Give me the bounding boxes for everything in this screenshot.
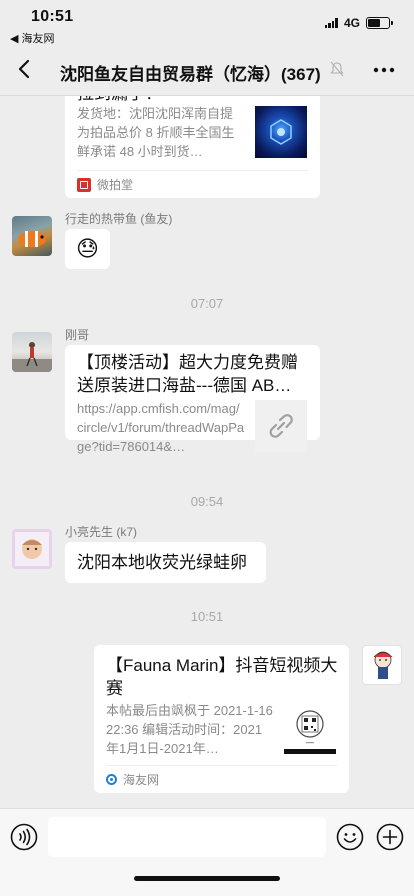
chat-title: 沈阳鱼友自由贸易群（忆海）(367) bbox=[60, 65, 321, 84]
link-thumbnail bbox=[255, 400, 307, 452]
baby-photo-icon bbox=[15, 532, 49, 566]
card-description: 发货地：沈阳沈阳浑南自提为拍品总价 8 折顺丰全国生鲜承诺 48 小时到货… bbox=[77, 106, 235, 159]
signal-icon bbox=[324, 18, 338, 28]
card-title: 【Fauna Marin】抖音短视频大赛 bbox=[106, 656, 338, 698]
mute-bell-icon bbox=[330, 61, 344, 77]
card-source-name: 微拍堂 bbox=[97, 178, 134, 192]
status-bar: 10:51 ◀ 海友网 4G bbox=[0, 0, 414, 45]
more-options-icon[interactable] bbox=[372, 58, 396, 82]
qr-logo-icon bbox=[284, 710, 336, 754]
link-card-cmfish[interactable]: 【顶楼活动】超大力度免费赠送原装进口海盐---德国 AB… https://ap… bbox=[65, 345, 320, 454]
cartoon-avatar-icon bbox=[373, 651, 393, 679]
network-label: 4G bbox=[343, 16, 360, 30]
battery-icon bbox=[366, 17, 393, 29]
weipaitang-logo-icon bbox=[77, 177, 91, 192]
input-bar bbox=[0, 808, 414, 896]
back-arrow-icon[interactable] bbox=[10, 54, 40, 84]
clownfish-icon bbox=[18, 231, 46, 247]
timestamp: 10:51 bbox=[190, 609, 224, 624]
emoji-bubble[interactable]: 😓 bbox=[65, 229, 110, 269]
text-bubble[interactable]: 沈阳本地收荧光绿蛙卵 bbox=[65, 542, 266, 583]
chat-header: 沈阳鱼友自由贸易群（忆海）(367) bbox=[0, 44, 414, 96]
avatar[interactable] bbox=[12, 529, 52, 569]
voice-input-icon[interactable] bbox=[10, 823, 38, 851]
avatar[interactable] bbox=[12, 216, 52, 256]
card-thumbnail bbox=[255, 106, 307, 158]
status-indicators: 4G bbox=[324, 16, 393, 30]
card-source: 微拍堂 bbox=[77, 170, 308, 198]
status-time: 10:51 bbox=[31, 8, 74, 25]
link-icon bbox=[269, 414, 293, 438]
home-indicator[interactable] bbox=[134, 876, 280, 881]
plus-icon[interactable] bbox=[376, 823, 404, 851]
message-text: 沈阳本地收荧光绿蛙卵 bbox=[77, 553, 247, 572]
card-thumbnail bbox=[284, 702, 336, 754]
link-card-haiyouwang[interactable]: 【Fauna Marin】抖音短视频大赛 本帖最后由飒枫于 2021-1-162… bbox=[94, 645, 349, 793]
card-source: 海友网 bbox=[106, 765, 337, 793]
timestamp: 07:07 bbox=[190, 296, 224, 311]
avatar[interactable] bbox=[12, 332, 52, 372]
sender-name: 行走的热带鱼 (鱼友) bbox=[65, 212, 173, 226]
haiyouwang-logo-icon bbox=[106, 774, 117, 785]
timestamp: 09:54 bbox=[190, 494, 224, 509]
link-card-weipaitang[interactable]: 拉到漏了！ 发货地：沈阳沈阳浑南自提为拍品总价 8 折顺丰全国生鲜承诺 48 小… bbox=[65, 96, 320, 198]
card-source-name: 海友网 bbox=[123, 773, 160, 787]
message-input[interactable] bbox=[48, 817, 326, 857]
emoji-icon[interactable] bbox=[336, 823, 364, 851]
message-list[interactable]: 拉到漏了！ 发货地：沈阳沈阳浑南自提为拍品总价 8 折顺丰全国生鲜承诺 48 小… bbox=[0, 96, 414, 808]
my-avatar[interactable] bbox=[362, 645, 402, 685]
person-photo-icon bbox=[12, 342, 52, 372]
card-title: 【顶楼活动】超大力度免费赠送原装进口海盐---德国 AB… bbox=[77, 353, 298, 395]
card-url: https://app.cmfish.com/mag/circle/v1/for… bbox=[77, 401, 245, 454]
coral-image-icon bbox=[270, 119, 292, 145]
sender-name: 小亮先生 (k7) bbox=[65, 525, 138, 539]
card-description: 本帖最后由飒枫于 2021-1-1622:36 编辑活动时间：2021年1月1日… bbox=[106, 703, 273, 756]
sweat-emoji: 😓 bbox=[76, 236, 99, 261]
sender-name: 刚哥 bbox=[65, 328, 90, 342]
